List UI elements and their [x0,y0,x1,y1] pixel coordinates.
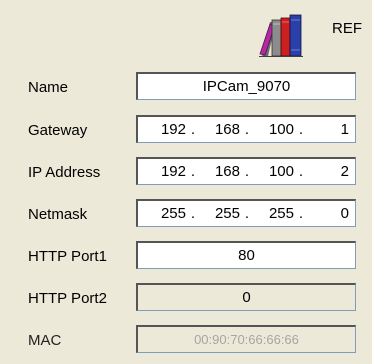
netmask-label: Netmask [28,206,88,223]
gateway-ip-field[interactable]: 192 . 168 . 100 . 1 [136,115,356,143]
octet-separator: . [298,120,304,138]
header: REF [0,0,372,62]
mac-row: MAC 00:90:70:66:66:66 [0,323,372,357]
octet-separator: . [190,120,196,138]
gateway-octet-4[interactable]: 1 [308,117,349,143]
http-port2-label: HTTP Port2 [28,290,107,307]
netmask-octet-3[interactable]: 255 [254,201,294,227]
octet-separator: . [244,120,250,138]
ip-octet-1[interactable]: 192 [146,159,186,185]
gateway-octet-2[interactable]: 168 [200,117,240,143]
ip-octet-2[interactable]: 168 [200,159,240,185]
mac-label: MAC [28,332,62,349]
octet-separator: . [244,204,250,222]
octet-separator: . [244,162,250,180]
ip-address-label: IP Address [28,164,101,181]
netmask-field[interactable]: 255 . 255 . 255 . 0 [136,199,356,227]
http-port1-field[interactable]: 80 [136,241,356,269]
octet-separator: . [190,162,196,180]
name-label: Name [28,79,69,96]
gateway-octet-1[interactable]: 192 [146,117,186,143]
network-settings-panel: REF Name IPCam_9070 Gateway 192 . 168 . … [0,0,372,364]
mac-field: 00:90:70:66:66:66 [136,325,356,353]
ip-octet-4[interactable]: 2 [308,159,349,185]
http-port1-label: HTTP Port1 [28,248,107,265]
ref-label: REF [332,20,362,37]
netmask-row: Netmask 255 . 255 . 255 . 0 [0,197,372,231]
ip-octet-3[interactable]: 100 [254,159,294,185]
netmask-octet-2[interactable]: 255 [200,201,240,227]
books-icon [259,14,303,57]
http-port2-row: HTTP Port2 0 [0,281,372,315]
http-port1-row: HTTP Port1 80 [0,239,372,273]
name-row: Name IPCam_9070 [0,70,372,104]
octet-separator: . [190,204,196,222]
gateway-label: Gateway [28,122,88,139]
ip-address-row: IP Address 192 . 168 . 100 . 2 [0,155,372,189]
gateway-octet-3[interactable]: 100 [254,117,294,143]
octet-separator: . [298,204,304,222]
netmask-octet-1[interactable]: 255 [146,201,186,227]
netmask-octet-4[interactable]: 0 [308,201,349,227]
http-port2-field[interactable]: 0 [136,283,356,311]
ip-address-field[interactable]: 192 . 168 . 100 . 2 [136,157,356,185]
name-field[interactable]: IPCam_9070 [136,72,356,100]
gateway-row: Gateway 192 . 168 . 100 . 1 [0,113,372,147]
octet-separator: . [298,162,304,180]
